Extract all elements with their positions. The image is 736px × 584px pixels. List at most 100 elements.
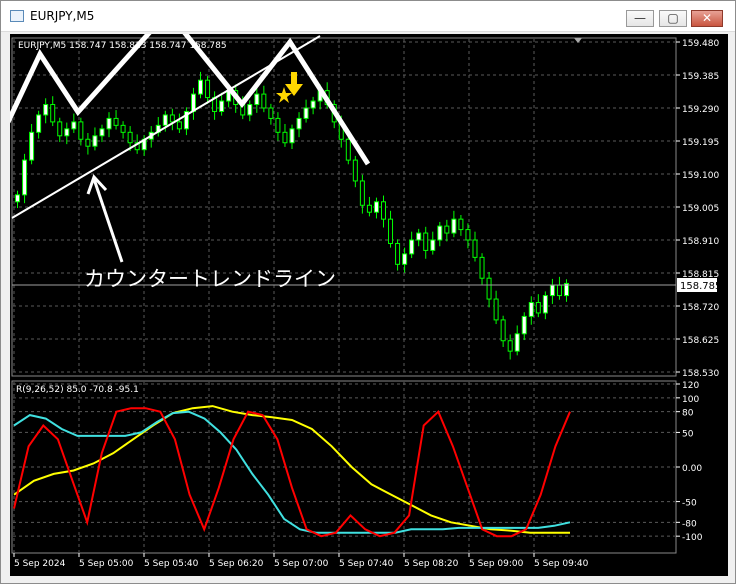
candle-body — [444, 225, 450, 234]
candle-body — [289, 128, 295, 144]
candle-body — [169, 114, 175, 123]
candle-body — [366, 204, 372, 213]
candle-body — [352, 159, 358, 182]
maximize-button[interactable]: ▢ — [659, 10, 687, 27]
candle-body — [373, 201, 379, 213]
candle-body — [43, 104, 49, 116]
time-tick-label: 5 Sep 06:20 — [209, 559, 264, 569]
price-tick-label: 159.480 — [682, 39, 719, 49]
close-button[interactable]: ✕ — [691, 10, 723, 27]
candle-body — [535, 302, 541, 314]
time-tick-label: 5 Sep 05:00 — [79, 559, 134, 569]
candle-body — [345, 138, 351, 161]
candle-body — [162, 114, 168, 126]
candle-body — [359, 180, 365, 206]
osc-tick-label: -80 — [682, 519, 697, 529]
current-price-label: 158.785 — [680, 281, 721, 292]
chart-background — [10, 34, 728, 576]
osc-tick-label: 0.00 — [682, 464, 702, 474]
price-chart[interactable]: 159.480 159.385 159.290 159.195 159.100 159.0… — [10, 34, 728, 576]
candle-body — [310, 100, 316, 109]
osc-header: R(9,26,52) 85.0 -70.8 -95.1 — [16, 385, 139, 395]
candle-body — [409, 239, 415, 255]
price-tick-label: 159.385 — [682, 72, 719, 82]
candle-body — [423, 232, 429, 251]
price-tick-label: 158.625 — [682, 336, 719, 346]
candle-body — [36, 114, 42, 133]
osc-tick-label: 50 — [682, 429, 694, 439]
candle-body — [268, 107, 274, 119]
time-tick-label: 5 Sep 07:00 — [274, 559, 329, 569]
osc-tick-label: 80 — [682, 409, 694, 419]
minimize-button[interactable]: — — [626, 10, 654, 27]
candle-body — [275, 117, 281, 133]
price-tick-label: 158.530 — [682, 369, 719, 379]
osc-tick-label: -50 — [682, 499, 697, 509]
candle-body — [296, 117, 302, 130]
candle-body — [416, 232, 422, 241]
osc-tick-label: 100 — [682, 395, 699, 405]
candle-body — [113, 117, 119, 126]
candle-body — [549, 284, 555, 297]
price-tick-label: 159.290 — [682, 105, 719, 115]
price-tick-label: 159.100 — [682, 171, 719, 181]
candle-body — [514, 333, 520, 352]
candle-body — [556, 284, 562, 297]
candle-body — [528, 302, 534, 317]
chart-window: EURJPY,M5 — ▢ ✕ 159.480 159.385 159.290 159… — [0, 0, 736, 584]
price-tick-label: 159.005 — [682, 204, 719, 214]
candle-body — [57, 121, 63, 137]
annotation-label: カウンタートレンドライン — [84, 267, 336, 291]
time-tick-label: 5 Sep 08:20 — [404, 559, 459, 569]
candle-body — [493, 298, 499, 321]
candle-body — [205, 79, 211, 99]
chart-window-icon — [10, 10, 24, 22]
candle-body — [486, 277, 492, 300]
price-tick-label: 158.720 — [682, 303, 719, 313]
candle-body — [542, 295, 548, 314]
candle-body — [99, 128, 105, 137]
candle-body — [85, 138, 91, 147]
candle-body — [92, 135, 98, 147]
time-tick-label: 5 Sep 09:00 — [469, 559, 524, 569]
price-tick-label: 159.195 — [682, 138, 719, 148]
candle-body — [521, 315, 527, 335]
time-tick-label: 5 Sep 2024 — [14, 559, 66, 569]
candle-body — [479, 256, 485, 279]
candle-body — [15, 194, 21, 203]
candle-body — [120, 124, 126, 133]
candle-body — [247, 104, 253, 116]
candle-body — [395, 242, 401, 265]
candle-body — [261, 93, 267, 109]
window-title: EURJPY,M5 — [30, 9, 95, 23]
candle-body — [458, 218, 464, 231]
candle-body — [22, 159, 28, 196]
candle-body — [106, 117, 112, 130]
candle-body — [282, 131, 288, 144]
candle-body — [303, 107, 309, 119]
candle-body — [50, 104, 56, 123]
price-tick-label: 158.910 — [682, 237, 719, 247]
candle-body — [176, 121, 182, 130]
window-titlebar[interactable]: EURJPY,M5 — ▢ ✕ — [1, 1, 735, 32]
candle-body — [430, 239, 436, 251]
candle-body — [219, 100, 225, 112]
candle-body — [500, 319, 506, 342]
candle-body — [388, 218, 394, 244]
candle-body — [71, 121, 77, 130]
osc-tick-label: 120 — [682, 381, 699, 391]
candle-body — [127, 131, 133, 144]
candle-body — [29, 131, 35, 161]
candle-body — [507, 340, 513, 352]
osc-tick-label: -100 — [682, 533, 703, 543]
time-tick-label: 5 Sep 05:40 — [144, 559, 199, 569]
candle-body — [198, 79, 204, 95]
candle-body — [380, 201, 386, 220]
candle-body — [254, 93, 260, 106]
candle-body — [64, 128, 70, 137]
candle-body — [437, 225, 443, 241]
time-tick-label: 5 Sep 07:40 — [339, 559, 394, 569]
candle-body — [78, 121, 84, 140]
candle-body — [465, 229, 471, 241]
candle-body — [472, 239, 478, 258]
